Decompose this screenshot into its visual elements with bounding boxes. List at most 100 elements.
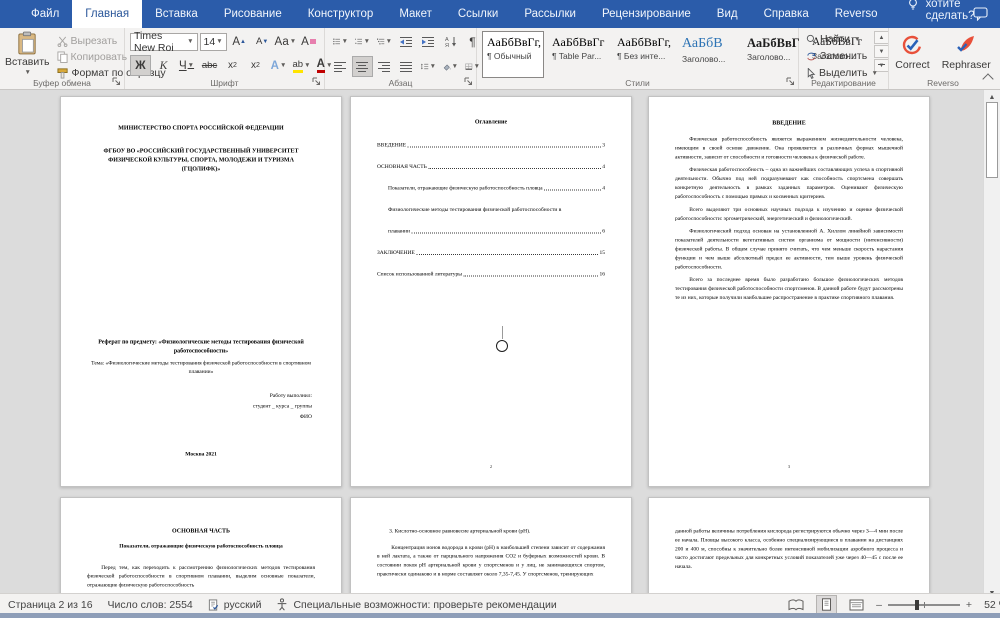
shrink-font-button[interactable]: А ▼: [252, 31, 273, 52]
style-table-paragraph[interactable]: АаБбВвГг ¶ Table Par...: [547, 31, 609, 78]
bullets-button[interactable]: ▼: [330, 31, 351, 52]
web-layout-button[interactable]: [849, 599, 864, 611]
document-page-1[interactable]: МИНИСТЕРСТВО СПОРТА РОССИЙСКОЙ ФЕДЕРАЦИИ…: [60, 96, 342, 487]
doc-ministry[interactable]: МИНИСТЕРСТВО СПОРТА РОССИЙСКОЙ ФЕДЕРАЦИИ: [90, 123, 312, 132]
zoom-slider[interactable]: – +: [876, 599, 972, 611]
toc-entry[interactable]: Показатели, отражающие физическую работо…: [377, 184, 605, 193]
sort-button[interactable]: АЯ: [440, 31, 461, 52]
reverso-correct-button[interactable]: Correct: [890, 31, 934, 74]
proofing-status[interactable]: русский: [208, 599, 261, 611]
doc-author-line[interactable]: Работу выполнил:: [90, 391, 312, 401]
doc-list-item[interactable]: 3. Кислотно-основное равновесие артериал…: [377, 527, 605, 535]
tab-design[interactable]: Конструктор: [295, 0, 387, 28]
doc-paragraph[interactable]: Всего выделяют три основных научных подх…: [675, 205, 903, 223]
word-count[interactable]: Число слов: 2554: [108, 599, 193, 611]
document-page-6[interactable]: данной работы величины потребления кисло…: [648, 497, 930, 600]
toc-entry[interactable]: ОСНОВНАЯ ЧАСТЬ 4: [377, 163, 605, 172]
section-heading[interactable]: ВВЕДЕНИЕ: [675, 118, 903, 127]
style-heading2[interactable]: АаБбВвГ Заголово...: [742, 31, 804, 78]
section-heading[interactable]: ОСНОВНАЯ ЧАСТЬ: [87, 526, 315, 535]
doc-paragraph[interactable]: Физиологический подход основан на устано…: [675, 227, 903, 272]
bold-button[interactable]: Ж: [130, 55, 151, 76]
style-normal[interactable]: АаБбВвГг, ¶ Обычный: [482, 31, 544, 78]
align-center-button[interactable]: [352, 56, 373, 77]
doc-paragraph[interactable]: Физическая работоспособность является вы…: [675, 135, 903, 162]
tab-reverso[interactable]: Reverso: [822, 0, 891, 28]
highlight-color-button[interactable]: ab ▼: [291, 55, 312, 76]
tab-layout[interactable]: Макет: [386, 0, 445, 28]
doc-paragraph[interactable]: данной работы величины потребления кисло…: [675, 527, 903, 572]
doc-university[interactable]: ФГБОУ ВО «РОССИЙСКИЙ ГОСУДАРСТВЕННЫЙ УНИ…: [90, 146, 312, 173]
print-layout-button[interactable]: [816, 595, 838, 614]
tab-review[interactable]: Рецензирование: [589, 0, 704, 28]
scrollbar-thumb[interactable]: [986, 102, 998, 178]
tab-mailings[interactable]: Рассылки: [511, 0, 589, 28]
zoom-level[interactable]: 52 %: [984, 599, 1000, 611]
doc-city-year[interactable]: Москва 2021: [61, 450, 341, 458]
doc-author-line[interactable]: студент _ курса _ группы: [90, 401, 312, 411]
justify-button[interactable]: [396, 56, 417, 77]
paste-button[interactable]: Вставить ▼: [5, 31, 50, 76]
line-spacing-button[interactable]: ▼: [418, 56, 439, 77]
underline-button[interactable]: Ч ▼: [176, 55, 197, 76]
tab-help[interactable]: Справка: [751, 0, 822, 28]
doc-paragraph[interactable]: Перед тем, как переходить к рассмотрению…: [87, 563, 315, 590]
clipboard-dialog-launcher[interactable]: [112, 77, 121, 86]
toc-title[interactable]: Оглавление: [377, 117, 605, 126]
toc-entry[interactable]: Физиологические методы тестирования физи…: [377, 206, 605, 215]
tab-view[interactable]: Вид: [704, 0, 751, 28]
font-family-combo[interactable]: Times New Roi ▼: [130, 30, 198, 54]
doc-paragraph[interactable]: Концентрация ионов водорода в крови (pH)…: [377, 543, 605, 579]
document-page-4[interactable]: ОСНОВНАЯ ЧАСТЬ Показатели, отражающие фи…: [60, 497, 342, 600]
doc-theme[interactable]: Тема: «Физиологические методы тестирован…: [90, 359, 312, 376]
font-size-combo[interactable]: 14 ▼: [199, 32, 227, 51]
strikethrough-button[interactable]: abc: [199, 55, 220, 76]
italic-button[interactable]: К: [153, 55, 174, 76]
read-mode-button[interactable]: [788, 599, 804, 611]
tab-references[interactable]: Ссылки: [445, 0, 512, 28]
decrease-indent-button[interactable]: [396, 31, 417, 52]
align-left-button[interactable]: [330, 56, 351, 77]
reverso-rephraser-button[interactable]: Rephraser: [937, 31, 996, 74]
doc-author-line[interactable]: ФИО: [90, 411, 312, 421]
grow-font-button[interactable]: А ▲: [229, 31, 250, 52]
style-no-spacing[interactable]: АаБбВвГг, ¶ Без инте...: [612, 31, 674, 78]
document-page-3[interactable]: ВВЕДЕНИЕ Физическая работоспособность яв…: [648, 96, 930, 487]
zoom-out-button[interactable]: –: [876, 599, 882, 611]
document-page-5[interactable]: 3. Кислотно-основное равновесие артериал…: [350, 497, 632, 600]
align-right-button[interactable]: [374, 56, 395, 77]
styles-dialog-launcher[interactable]: [786, 77, 795, 86]
change-case-button[interactable]: Аа ▼: [275, 31, 297, 52]
font-dialog-launcher[interactable]: [312, 77, 321, 86]
accessibility-status[interactable]: Специальные возможности: проверьте реком…: [276, 598, 557, 611]
doc-paragraph[interactable]: Всего за последнее время было разработан…: [675, 276, 903, 303]
comments-button[interactable]: [973, 7, 988, 21]
numbering-button[interactable]: ▼: [352, 31, 373, 52]
doc-subject[interactable]: Реферат по предмету: «Физиологические ме…: [90, 337, 312, 355]
vertical-scrollbar[interactable]: ▲ ▼: [983, 90, 1000, 600]
find-button[interactable]: Найти ▼: [804, 32, 883, 46]
toc-entry[interactable]: Список использованной литературы 16: [377, 270, 605, 279]
shading-button[interactable]: ▼: [440, 56, 461, 77]
zoom-thumb[interactable]: [915, 599, 920, 610]
subscript-button[interactable]: x2: [222, 55, 243, 76]
zoom-track[interactable]: [887, 599, 960, 610]
superscript-button[interactable]: x2: [245, 55, 266, 76]
clear-formatting-button[interactable]: А: [298, 31, 319, 52]
tab-home[interactable]: Главная: [72, 0, 143, 28]
tab-file[interactable]: Файл: [18, 0, 72, 28]
tab-insert[interactable]: Вставка: [142, 0, 211, 28]
zoom-in-button[interactable]: +: [966, 599, 972, 611]
toc-entry[interactable]: ВВЕДЕНИЕ 3: [377, 141, 605, 150]
text-effects-button[interactable]: А ▼: [268, 55, 289, 76]
document-page-2[interactable]: Оглавление ВВЕДЕНИЕ 3 ОСНОВНАЯ ЧАСТЬ 4 Пок…: [350, 96, 632, 487]
toc-entry[interactable]: плавании 6: [377, 227, 605, 236]
page-indicator[interactable]: Страница 2 из 16: [8, 599, 93, 611]
increase-indent-button[interactable]: [418, 31, 439, 52]
paragraph-dialog-launcher[interactable]: [464, 77, 473, 86]
toc-entry[interactable]: ЗАКЛЮЧЕНИЕ 15: [377, 249, 605, 258]
style-heading1[interactable]: АаБбВ Заголово...: [677, 31, 739, 78]
doc-paragraph[interactable]: Физическая работоспособность – одна из в…: [675, 166, 903, 202]
tab-draw[interactable]: Рисование: [211, 0, 295, 28]
section-subheading[interactable]: Показатели, отражающие физическую работо…: [87, 542, 315, 550]
